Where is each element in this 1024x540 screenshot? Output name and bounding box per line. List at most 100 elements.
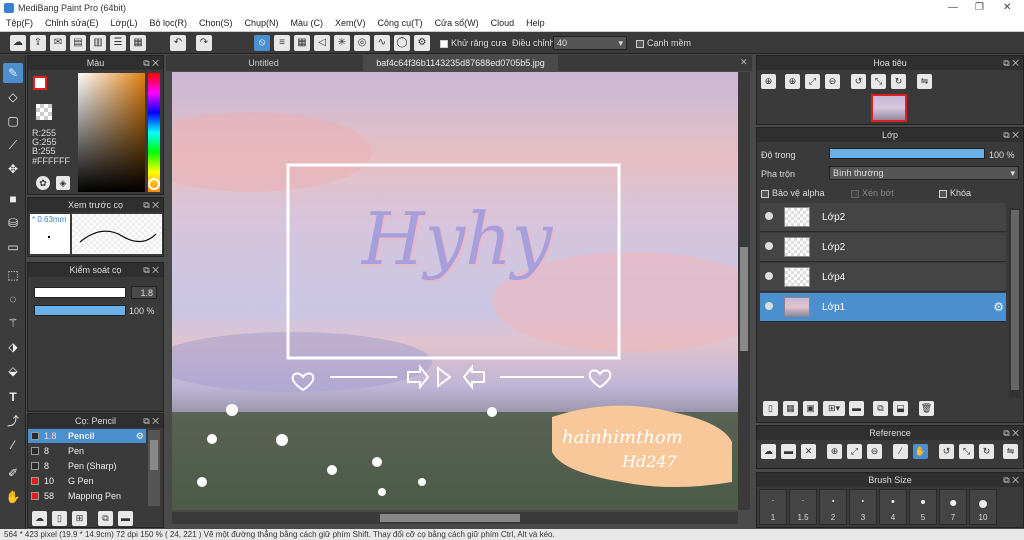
cloud-brush-icon[interactable]: ☁: [32, 511, 47, 526]
brush-item[interactable]: 10 G Pen: [28, 474, 146, 488]
visibility-icon[interactable]: [765, 242, 773, 250]
select-pen-icon[interactable]: ⬗: [3, 337, 23, 357]
brush-size-cell[interactable]: 1.5: [789, 489, 817, 525]
panel-menu-icon[interactable]: ⧉ ✕: [1003, 473, 1019, 487]
visibility-icon[interactable]: [765, 272, 773, 280]
merge-layer-icon[interactable]: ⬓: [893, 401, 908, 416]
brush-size-cell[interactable]: 1: [759, 489, 787, 525]
brush-size-slider[interactable]: [34, 287, 126, 298]
correction-select[interactable]: 40 ▾: [553, 36, 627, 50]
brush-size-cell[interactable]: 3: [849, 489, 877, 525]
menu-filter[interactable]: Bộ lọc(R): [143, 16, 193, 28]
folder-icon[interactable]: ▬: [849, 401, 864, 416]
open-folder-icon[interactable]: ▬: [781, 444, 796, 459]
transparent-swatch[interactable]: [36, 104, 52, 120]
antialias-checkbox[interactable]: Khử răng cưa: [440, 38, 507, 48]
dropper-icon[interactable]: ✐: [3, 463, 23, 483]
menu-view[interactable]: Xem(V): [329, 16, 372, 28]
scroll-thumb[interactable]: [380, 514, 520, 522]
menu-edit[interactable]: Chỉnh sửa(E): [39, 16, 105, 28]
panel-menu-icon[interactable]: ⧉ ✕: [1003, 426, 1019, 440]
panel-menu-icon[interactable]: ⧉ ✕: [1003, 56, 1019, 70]
list-icon[interactable]: ☰: [110, 35, 126, 51]
text-tool-icon[interactable]: T: [3, 387, 23, 407]
doc-icon[interactable]: ▥: [90, 35, 106, 51]
brush-item[interactable]: 8 Pen: [28, 444, 146, 458]
magic-wand-icon[interactable]: ⚚: [3, 313, 23, 333]
blend-select[interactable]: Bình thường ▾: [829, 166, 1019, 180]
new-layer-icon[interactable]: ▯: [763, 401, 778, 416]
hue-slider[interactable]: [148, 73, 160, 192]
fit-icon[interactable]: ⤢: [805, 74, 820, 89]
layer-item[interactable]: Lớp1 ⚙: [760, 293, 1006, 322]
duplicate-layer-icon[interactable]: ⧉: [873, 401, 888, 416]
eyedropper-icon[interactable]: ⁄: [3, 435, 23, 455]
menu-file[interactable]: Tệp(F): [0, 16, 39, 28]
panel-menu-icon[interactable]: ⧉ ✕: [143, 198, 159, 212]
cloud-icon[interactable]: ☁: [10, 35, 26, 51]
add-brush-icon[interactable]: ⊞: [72, 511, 87, 526]
maximize-icon[interactable]: ❐: [975, 2, 984, 13]
brush-item[interactable]: 8 Pen (Sharp): [28, 459, 146, 473]
layer-item[interactable]: Lớp2: [760, 233, 1006, 262]
grid-icon[interactable]: ▦: [130, 35, 146, 51]
canvas-hscroll[interactable]: [172, 512, 738, 524]
scroll-thumb[interactable]: [1011, 210, 1019, 390]
no-snap-icon[interactable]: ⦸: [254, 35, 270, 51]
layer-item[interactable]: Lớp4: [760, 263, 1006, 292]
protect-alpha-checkbox[interactable]: Bảo vệ alpha: [761, 188, 825, 198]
fit-screen-icon[interactable]: ⤡: [871, 74, 886, 89]
zoom-in-icon[interactable]: ⊕: [827, 444, 842, 459]
radial-snap-icon[interactable]: ✳: [334, 35, 350, 51]
primary-color-swatch[interactable]: [33, 76, 47, 90]
minimize-icon[interactable]: —: [948, 2, 958, 13]
eraser-tool-icon[interactable]: ◇: [3, 87, 23, 107]
lasso-tool-icon[interactable]: ◌: [3, 289, 23, 309]
add-layer-menu-icon[interactable]: ⊞▾: [823, 401, 845, 416]
circle-snap-icon[interactable]: ◎: [354, 35, 370, 51]
brush-size-cell[interactable]: 2: [819, 489, 847, 525]
new-1bit-layer-icon[interactable]: ▣: [803, 401, 818, 416]
brush-opacity-slider[interactable]: [34, 305, 126, 316]
menu-select[interactable]: Chọn(S): [193, 16, 239, 28]
menu-cloud[interactable]: Cloud: [485, 16, 521, 28]
parallel-snap-icon[interactable]: ≡: [274, 35, 290, 51]
rect-tool-icon[interactable]: ■: [3, 189, 23, 209]
brush-item[interactable]: 58 Mapping Pen: [28, 489, 146, 503]
ellipse-snap-icon[interactable]: ◯: [394, 35, 410, 51]
new-halftone-layer-icon[interactable]: ▦: [783, 401, 798, 416]
gradient-tool-icon[interactable]: ▭: [3, 237, 23, 257]
brush-size-value[interactable]: 1.8: [131, 286, 157, 299]
color-swap-icon[interactable]: ◈: [56, 176, 70, 190]
brush-size-cell[interactable]: 5: [909, 489, 937, 525]
snap-settings-icon[interactable]: ⚙: [414, 35, 430, 51]
curve-snap-icon[interactable]: ∿: [374, 35, 390, 51]
comment-icon[interactable]: ✉: [50, 35, 66, 51]
cross-snap-icon[interactable]: ▦: [294, 35, 310, 51]
share-icon[interactable]: ⇪: [30, 35, 46, 51]
panel-menu-icon[interactable]: ⧉ ✕: [143, 414, 159, 428]
gear-icon[interactable]: ⚙: [136, 429, 144, 443]
menu-help[interactable]: Help: [520, 16, 551, 28]
color-square[interactable]: [78, 73, 145, 192]
move-tool-icon[interactable]: ✥: [3, 159, 23, 179]
menu-tools[interactable]: Công cụ(T): [372, 16, 429, 28]
menu-window[interactable]: Cửa sổ(W): [429, 16, 485, 28]
flip-icon[interactable]: ⇋: [1003, 444, 1018, 459]
hue-handle[interactable]: [148, 178, 160, 190]
rotate-left-icon[interactable]: ↺: [851, 74, 866, 89]
tab-image[interactable]: baf4c64f36b1143235d87688ed0705b5.jpg: [363, 55, 558, 71]
snap-checkbox[interactable]: Cạnh mềm: [636, 38, 691, 48]
rotate-right-icon[interactable]: ↻: [891, 74, 906, 89]
panel-menu-icon[interactable]: ⧉ ✕: [143, 263, 159, 277]
visibility-icon[interactable]: [765, 212, 773, 220]
zoom-in-icon[interactable]: ⊕: [761, 74, 776, 89]
brush-list-scrollbar[interactable]: [148, 430, 160, 506]
layer-item[interactable]: Lớp2: [760, 203, 1006, 232]
scroll-thumb[interactable]: [150, 440, 158, 470]
rotate-left-icon[interactable]: ↺: [939, 444, 954, 459]
brush-item[interactable]: 1.8 Pencil ⚙: [28, 429, 146, 443]
palette-icon[interactable]: ✿: [36, 176, 50, 190]
select-tool-icon[interactable]: ⬚: [3, 265, 23, 285]
operation-tool-icon[interactable]: ⤴: [3, 411, 23, 431]
